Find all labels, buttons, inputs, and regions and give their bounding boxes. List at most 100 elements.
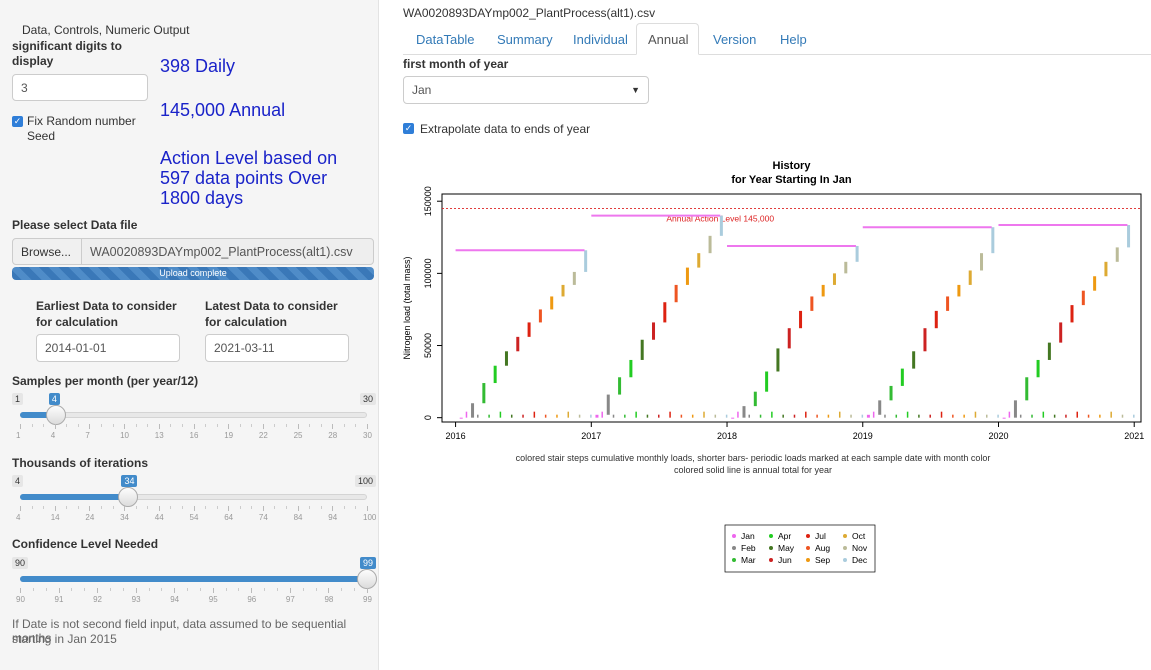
periodic-load-bar bbox=[488, 414, 490, 418]
slider-tick bbox=[328, 588, 330, 593]
periodic-load-bar bbox=[691, 414, 694, 418]
latest-label: Latest Data to consider bbox=[205, 299, 338, 313]
monthly-cumulative-bar bbox=[946, 296, 950, 311]
periodic-load-bar bbox=[974, 411, 977, 418]
periodic-load-bar bbox=[805, 411, 807, 418]
slider-tick-label: 74 bbox=[258, 513, 268, 522]
monthly-cumulative-bar bbox=[550, 296, 554, 310]
earliest-date-input[interactable]: 2014-01-01 bbox=[36, 334, 180, 362]
monthly-cumulative-bar bbox=[753, 391, 757, 407]
slider-tick-label: 95 bbox=[208, 595, 218, 604]
legend-swatch bbox=[843, 546, 847, 550]
periodic-load-bar bbox=[986, 414, 988, 418]
output-annual: 145,000 Annual bbox=[160, 100, 286, 120]
periodic-load-bar bbox=[929, 414, 931, 418]
slider-tick-label: 7 bbox=[85, 431, 90, 440]
periodic-load-bar bbox=[714, 414, 717, 418]
monthly-cumulative-bar bbox=[1081, 290, 1085, 306]
first-month-select[interactable]: Jan ▼ bbox=[403, 76, 649, 104]
slider-minor-tick bbox=[286, 506, 288, 509]
extrapolate-label: Extrapolate data to ends of year bbox=[420, 122, 591, 136]
samples-slider-handle[interactable] bbox=[45, 405, 66, 425]
tab-individual[interactable]: Individual bbox=[562, 23, 639, 55]
slider-minor-tick bbox=[251, 424, 253, 427]
slider-tick-label: 92 bbox=[93, 595, 103, 604]
tab-datatable[interactable]: DataTable bbox=[405, 23, 486, 55]
periodic-load-bar bbox=[940, 411, 943, 418]
periodic-load-bar bbox=[838, 411, 841, 418]
monthly-cumulative-bar bbox=[923, 328, 927, 352]
legend-swatch bbox=[769, 546, 773, 550]
chart-caption-2: colored solid line is annual total for y… bbox=[673, 465, 833, 475]
monthly-cumulative-bar bbox=[991, 227, 995, 254]
slider-tick bbox=[124, 424, 126, 429]
tab-summary[interactable]: Summary bbox=[486, 23, 564, 55]
slider-tick-label: 64 bbox=[224, 513, 234, 522]
monthly-cumulative-bar bbox=[731, 417, 735, 419]
y-tick-label: 150000 bbox=[423, 186, 433, 216]
note-text-2: starting in Jan 2015 bbox=[12, 632, 117, 646]
file-label: Please select Data file bbox=[12, 218, 138, 232]
iterations-slider-handle[interactable] bbox=[118, 487, 139, 507]
slider-tick-label: 16 bbox=[189, 431, 199, 440]
fix-seed-checkbox[interactable]: ✓ bbox=[12, 116, 23, 127]
monthly-cumulative-bar bbox=[1104, 261, 1108, 277]
periodic-load-bar bbox=[477, 414, 479, 418]
file-name-field: WA0020893DAYmp002_PlantProcess(alt1).csv bbox=[81, 238, 374, 265]
slider-minor-tick bbox=[205, 424, 207, 427]
periodic-load-bar bbox=[895, 414, 898, 418]
monthly-cumulative-bar bbox=[1059, 322, 1063, 343]
monthly-cumulative-bar bbox=[1025, 377, 1029, 401]
monthly-cumulative-bar bbox=[538, 309, 542, 323]
slider-tick-label: 99 bbox=[363, 595, 372, 604]
sig-digits-input[interactable]: 3 bbox=[12, 74, 148, 101]
periodic-load-bar bbox=[465, 411, 468, 418]
slider-tick-label: 96 bbox=[247, 595, 257, 604]
slider-minor-tick bbox=[355, 506, 357, 509]
monthly-cumulative-bar bbox=[572, 271, 576, 285]
legend-label: Feb bbox=[741, 543, 756, 553]
slider-tick-label: 30 bbox=[363, 431, 372, 440]
legend-label: Jan bbox=[741, 531, 755, 541]
x-tick-label: 2017 bbox=[581, 431, 601, 441]
slider-tick bbox=[228, 424, 230, 429]
monthly-cumulative-bar bbox=[900, 368, 904, 386]
periodic-load-bar bbox=[1099, 414, 1101, 418]
slider-minor-tick bbox=[77, 506, 79, 509]
latest-date-input[interactable]: 2021-03-11 bbox=[205, 334, 349, 362]
samples-slider-track[interactable] bbox=[20, 412, 367, 418]
legend-label: Aug bbox=[815, 543, 830, 553]
tab-annual[interactable]: Annual bbox=[636, 23, 699, 55]
slider-tick bbox=[332, 506, 334, 511]
fix-seed-label: Fix Random number bbox=[27, 114, 136, 128]
slider-tick bbox=[262, 506, 264, 511]
chart-caption: colored stair steps cumulative monthly l… bbox=[515, 453, 991, 463]
earliest-label: Earliest Data to consider bbox=[36, 299, 177, 313]
slider-tick bbox=[332, 424, 334, 429]
samples-slider-min: 1 bbox=[12, 393, 24, 405]
periodic-load-bar bbox=[612, 414, 615, 418]
slider-minor-tick bbox=[112, 506, 114, 509]
slider-tick bbox=[212, 588, 214, 593]
slider-tick-label: 34 bbox=[120, 513, 129, 522]
extrapolate-checkbox[interactable]: ✓ bbox=[403, 123, 414, 134]
monthly-cumulative-bar bbox=[471, 403, 475, 418]
slider-tick bbox=[58, 588, 60, 593]
browse-button[interactable]: Browse... bbox=[12, 238, 82, 265]
slider-tick bbox=[20, 506, 21, 511]
output-action-line2: 597 data points Over bbox=[160, 168, 328, 188]
periodic-load-bar bbox=[669, 411, 671, 418]
confidence-slider-handle[interactable] bbox=[357, 569, 377, 589]
sig-digits-label: significant digits to bbox=[12, 39, 122, 53]
slider-tick-label: 94 bbox=[328, 513, 338, 522]
slider-tick bbox=[367, 506, 368, 511]
monthly-cumulative-bar bbox=[855, 245, 859, 262]
tab-help[interactable]: Help bbox=[769, 23, 818, 55]
periodic-load-bar bbox=[1031, 414, 1033, 418]
periodic-load-bar bbox=[884, 414, 886, 418]
legend-label: Apr bbox=[778, 531, 791, 541]
slider-minor-tick bbox=[216, 424, 218, 427]
periodic-load-bar bbox=[748, 414, 750, 418]
tab-version[interactable]: Version bbox=[702, 23, 767, 55]
periodic-load-bar bbox=[997, 414, 999, 418]
